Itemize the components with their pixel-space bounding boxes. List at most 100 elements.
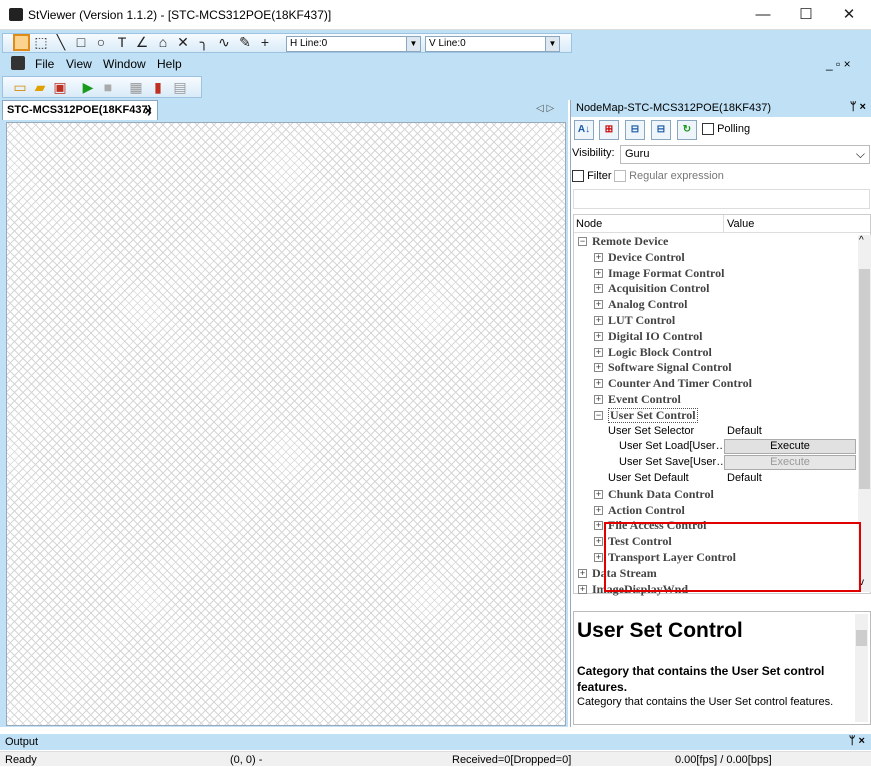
maximize-button[interactable]: ☐ [784, 0, 828, 30]
menu-view[interactable]: View [66, 57, 92, 71]
v-line-combo[interactable]: V Line:0 ▼ [425, 36, 560, 52]
tree-category[interactable]: + Logic Block Control [574, 345, 858, 361]
tree-feature[interactable]: User Set Selector Default [574, 424, 858, 440]
expand-icon[interactable]: + [578, 584, 587, 594]
tree-category[interactable]: + LUT Control [574, 313, 858, 329]
status-received: Received=0[Dropped=0] [452, 754, 572, 766]
tree-node-value[interactable]: Default [727, 424, 762, 439]
tree-category[interactable]: + Acquisition Control [574, 281, 858, 297]
expand-icon[interactable]: + [594, 284, 603, 294]
menu-file[interactable]: File [35, 57, 54, 71]
circle-icon[interactable]: ○ [93, 34, 109, 50]
sort-az-icon[interactable]: A↓ [574, 120, 594, 140]
play-icon[interactable]: ▶ [80, 79, 96, 95]
description-scrollbar[interactable] [855, 614, 868, 722]
tree-category[interactable]: + Event Control [574, 392, 858, 408]
tree-node-label: User Set Save[User… [619, 456, 728, 469]
tree-category[interactable]: + Software Signal Control [574, 360, 858, 376]
expand-icon[interactable]: + [594, 505, 603, 515]
expand-icon[interactable]: + [594, 331, 603, 341]
minimize-button[interactable]: — [741, 0, 785, 30]
col-value[interactable]: Value [727, 218, 754, 230]
tree-category[interactable]: + Device Control [574, 250, 858, 266]
regex-checkbox[interactable]: Regular expression [614, 170, 724, 183]
open-folder-icon[interactable]: ▰ [32, 79, 48, 95]
visibility-select[interactable]: Guru ⌵ [620, 145, 870, 164]
expand-icon[interactable]: + [594, 300, 603, 310]
menu-help[interactable]: Help [157, 57, 182, 71]
expand-icon[interactable]: + [594, 363, 603, 373]
rectangle-icon[interactable]: □ [73, 34, 89, 50]
pen-icon[interactable]: ✎ [237, 34, 253, 50]
line-icon[interactable]: ╲ [53, 34, 69, 50]
tree-category[interactable]: + Chunk Data Control [574, 487, 858, 503]
crosshair-icon[interactable]: + [257, 34, 273, 50]
refresh-icon[interactable]: ↻ [677, 120, 697, 140]
tree-node-value[interactable]: Default [727, 471, 762, 486]
tree-feature[interactable]: User Set Save[User… Execute [574, 455, 858, 471]
expand-icon[interactable]: + [594, 252, 603, 262]
save-all-icon[interactable]: ▤ [172, 79, 188, 95]
tree-category[interactable]: + Action Control [574, 503, 858, 519]
expand-icon[interactable]: + [594, 537, 603, 547]
execute-button-disabled[interactable]: Execute [724, 455, 856, 471]
expand-icon[interactable]: + [594, 347, 603, 357]
save-icon[interactable]: ▦ [128, 79, 144, 95]
tree-feature[interactable]: User Set Default Default [574, 471, 858, 487]
select-tool-icon[interactable] [13, 34, 30, 51]
tab-close-icon[interactable]: × [144, 103, 152, 118]
expand-icon[interactable]: + [594, 395, 603, 404]
expand-icon[interactable]: + [594, 553, 603, 562]
regex-check[interactable] [614, 170, 626, 183]
tree-feature[interactable]: User Set Load[User… Execute [574, 439, 858, 455]
filter-checkbox[interactable]: Filter [572, 170, 612, 183]
expand-icon[interactable]: + [594, 268, 603, 278]
expand-all-icon[interactable]: ⊞ [599, 120, 619, 140]
description-scroll-thumb[interactable] [856, 630, 867, 646]
tab-nav-arrows[interactable]: ◁ ▷ [536, 103, 554, 114]
stop-icon[interactable]: ■ [100, 79, 116, 95]
tree-category[interactable]: + Counter And Timer Control [574, 376, 858, 392]
close-button[interactable]: ✕ [827, 0, 871, 30]
panel-pin-close[interactable]: ᛘ × [850, 101, 866, 113]
expand-icon[interactable]: + [594, 379, 603, 389]
tab-document[interactable]: STC-MCS312POE(18KF437) × [2, 100, 158, 120]
tree-category[interactable]: − Remote Device [574, 234, 858, 250]
collapse-icon[interactable]: − [594, 410, 603, 420]
mdi-controls[interactable]: _ ▫ × [826, 57, 851, 71]
polling-check[interactable] [702, 123, 714, 136]
polling-checkbox[interactable]: Polling [702, 123, 750, 136]
collapse-icon[interactable]: − [578, 237, 587, 246]
col-node[interactable]: Node [576, 218, 602, 230]
cross-icon[interactable]: ✕ [175, 34, 191, 50]
tree-category[interactable]: − User Set Control [574, 407, 858, 424]
polygon-icon[interactable]: ⌂ [155, 34, 171, 50]
scroll-up-icon[interactable]: ^ [859, 235, 864, 246]
expand-icon[interactable]: + [594, 489, 603, 499]
tree-view-icon[interactable]: ⊟ [651, 120, 671, 140]
tree-category[interactable]: + Digital IO Control [574, 329, 858, 345]
filter-check[interactable] [572, 170, 584, 183]
expand-icon[interactable]: + [578, 568, 587, 578]
text-tool-icon[interactable]: T [114, 34, 130, 50]
tree-category[interactable]: + Image Format Control [574, 266, 858, 282]
expand-icon[interactable]: + [594, 316, 603, 325]
collapse-icon[interactable]: ⊟ [625, 120, 645, 140]
expand-icon[interactable]: + [594, 521, 603, 531]
new-icon[interactable]: ▭ [12, 79, 28, 95]
open-device-icon[interactable]: ▣ [52, 79, 68, 95]
h-line-combo[interactable]: H Line:0 ▼ [286, 36, 421, 52]
tree-category[interactable]: + Analog Control [574, 297, 858, 313]
execute-button[interactable]: Execute [724, 439, 856, 455]
polyline-icon[interactable]: ∿ [216, 34, 232, 50]
image-canvas[interactable] [6, 122, 566, 726]
filter-input[interactable] [573, 189, 870, 209]
menu-window[interactable]: Window [103, 57, 146, 71]
angle-icon[interactable]: ∠ [134, 34, 150, 50]
output-pin-close[interactable]: ᛘ × [849, 735, 865, 747]
record-icon[interactable]: ▮ [150, 79, 166, 95]
filter-label: Filter [587, 170, 612, 182]
arc-icon[interactable]: ╮ [196, 34, 212, 50]
rect-select-icon[interactable]: ⬚ [33, 34, 49, 50]
scroll-thumb[interactable] [859, 269, 870, 489]
